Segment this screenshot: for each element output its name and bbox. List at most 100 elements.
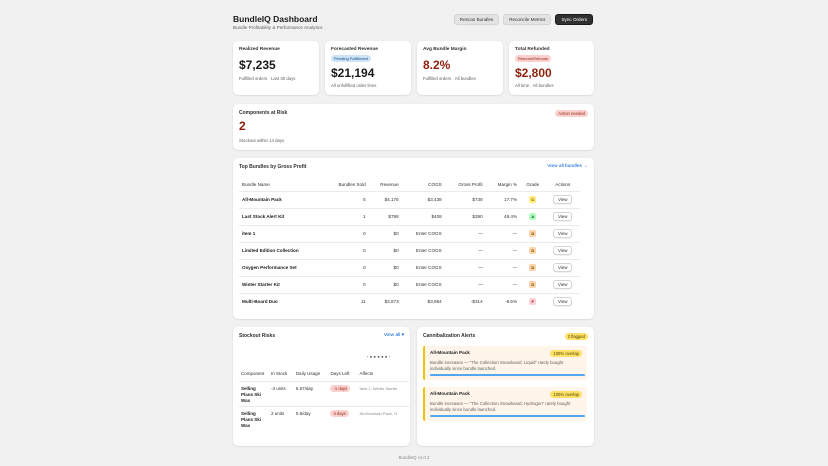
grade-badge: D xyxy=(529,281,537,288)
top-bundles-title: Top Bundles by Gross Profit xyxy=(239,164,307,170)
sync-orders-button[interactable]: Sync Orders xyxy=(555,14,593,25)
column-header: Actions xyxy=(555,182,571,188)
metric-card-avg-bundle-margin: Avg Bundle Margin 8.2% Fulfilled orders … xyxy=(417,41,503,95)
metric-label: Forecasted Revenue xyxy=(331,47,378,52)
flagged-count-badge: 2 flagged xyxy=(564,333,588,340)
components-at-risk-card: Components at Risk Action needed 2 Stock… xyxy=(233,104,594,150)
components-at-risk-value: 2 xyxy=(239,119,246,133)
in-stock-cell: 2 units xyxy=(269,405,294,431)
view-all-stockout-link[interactable]: View all ▾ xyxy=(384,333,404,338)
gross-profit-cell: -$314 xyxy=(444,292,486,310)
metric-sub: Fulfilled orders · All bundles xyxy=(423,76,476,81)
view-bundle-button[interactable]: View xyxy=(553,212,573,221)
components-at-risk-label: Components at Risk xyxy=(239,110,288,116)
status-badge: Returns/Refunds xyxy=(515,55,552,62)
grade-badge: A xyxy=(529,213,537,220)
metric-sub: Fulfilled orders · Last 30 days xyxy=(239,76,296,81)
view-bundle-button[interactable]: View xyxy=(553,246,573,255)
cogs-cell: $3,984 xyxy=(401,292,445,310)
days-left-badge: -1 days xyxy=(330,384,351,392)
table-header-row: Bundle Name Bundles Sold Revenue COGS Gr… xyxy=(239,179,580,191)
days-left-cell: -1 days xyxy=(328,380,358,406)
cannibalization-title: Cannibalization Alerts xyxy=(423,333,476,339)
margin-cell: — xyxy=(485,224,521,242)
bundle-name-cell: Oxygen Performance Set xyxy=(239,258,324,276)
stockout-risks-card: Stockout Risks View all ▾ ‹ ● ● ● ● ● › … xyxy=(233,327,410,446)
grade-badge: D xyxy=(529,247,537,254)
revenue-cell: $0 xyxy=(368,275,402,293)
revenue-cell: $4,176 xyxy=(368,190,402,208)
column-header: Component xyxy=(241,371,265,377)
metric-card-total-refunded: Total Refunded Returns/Refunds $2,800 Al… xyxy=(509,41,594,95)
column-header[interactable]: Bundles Sold xyxy=(324,179,369,191)
view-bundle-button[interactable]: View xyxy=(553,195,573,204)
metric-value: $21,194 xyxy=(331,66,375,80)
grade-cell: C xyxy=(520,190,546,208)
cogs-cell: $408 xyxy=(401,207,445,225)
cannibalization-alert[interactable]: All-Mountain Pack 100% overlap Bundle incr… xyxy=(423,346,587,380)
rescan-bundles-button[interactable]: Rescan Bundles xyxy=(453,14,500,25)
top-bundles-card: Top Bundles by Gross Profit View all bun… xyxy=(233,158,594,319)
cannibalization-card: Cannibalization Alerts 2 flagged All-Mou… xyxy=(417,327,594,446)
cannibalization-alert[interactable]: All-Mountain Pack 100% overlap Bundle incr… xyxy=(423,387,587,421)
view-bundle-button[interactable]: View xyxy=(553,229,573,238)
actions-cell: View xyxy=(545,241,580,259)
alert-title: All-Mountain Pack xyxy=(430,391,470,396)
view-bundle-button[interactable]: View xyxy=(553,280,573,289)
metric-value: 8.2% xyxy=(423,58,451,72)
revenue-cell: $0 xyxy=(368,241,402,259)
days-left-cell: 4 days xyxy=(328,405,358,431)
daily-usage-cell: 0.5/day xyxy=(293,405,329,431)
view-all-bundles-link[interactable]: View all bundles → xyxy=(547,164,588,169)
page-subtitle: Bundle Profitability & Performance Analy… xyxy=(233,25,323,30)
alert-title: All-Mountain Pack xyxy=(430,350,470,355)
daily-usage-cell: 5.67/day xyxy=(293,380,329,406)
view-bundle-button[interactable]: View xyxy=(553,297,573,307)
component-cell: Selling Plans Ski Wax xyxy=(239,380,269,406)
view-bundle-button[interactable]: View xyxy=(553,263,573,272)
reconcile-metrics-button[interactable]: Reconcile Metrics xyxy=(503,14,552,25)
bundle-name-cell: Last Stock Alert Kit xyxy=(239,207,324,225)
bundle-name-cell: item 1 xyxy=(239,224,324,242)
column-header: In Stock xyxy=(271,371,288,377)
gross-profit-cell: $390 xyxy=(444,207,486,225)
column-header[interactable]: Bundle Name xyxy=(239,179,324,191)
grade-cell: F xyxy=(520,292,546,310)
margin-cell: 17.7% xyxy=(485,190,521,208)
grade-badge: D xyxy=(529,264,537,271)
table-row: item 1 0 $0 Enter COGS — — D View xyxy=(239,224,580,242)
grade-cell: D xyxy=(520,275,546,293)
column-header[interactable]: Revenue xyxy=(369,179,402,191)
bundles-sold-cell: 0 xyxy=(323,258,369,276)
column-header[interactable]: Grade xyxy=(520,179,545,191)
header-actions: Rescan Bundles Reconcile Metrics Sync Or… xyxy=(453,14,593,25)
overlap-badge: 100% overlap xyxy=(550,350,582,357)
table-row: Selling Plans Ski Wax -3 units 5.67/day -1 … xyxy=(239,380,409,406)
carousel-pager[interactable]: ‹ ● ● ● ● ● › xyxy=(367,354,390,359)
actions-cell: View xyxy=(545,224,580,242)
table-row: Winter Starter Kit 0 $0 Enter COGS — — D View xyxy=(239,275,580,293)
revenue-cell: $0 xyxy=(368,224,402,242)
actions-cell: View xyxy=(545,275,580,293)
revenue-cell: $0 xyxy=(368,258,402,276)
bundles-sold-cell: 11 xyxy=(323,292,369,310)
version-footer: BundleIQ v1.0.2 xyxy=(398,455,430,460)
column-header[interactable]: Margin % xyxy=(486,179,520,191)
bundle-name-cell: Winter Starter Kit xyxy=(239,275,324,293)
cogs-cell: Enter COGS xyxy=(401,241,445,259)
gross-profit-cell: — xyxy=(444,241,486,259)
column-header: Days Left xyxy=(330,371,350,377)
column-header[interactable]: COGS xyxy=(402,179,445,191)
overlap-progress-fill xyxy=(430,415,585,417)
metric-value: $2,800 xyxy=(515,66,552,80)
days-left-badge: 4 days xyxy=(330,409,349,417)
grade-cell: A xyxy=(520,207,546,225)
overlap-badge: 100% overlap xyxy=(550,391,582,398)
grade-cell: D xyxy=(520,224,546,242)
column-header[interactable]: Gross Profit xyxy=(445,179,486,191)
table-row: Limited Edition Collection 0 $0 Enter COGS —… xyxy=(239,241,580,259)
cogs-cell: $3,438 xyxy=(401,190,445,208)
grade-badge: F xyxy=(529,298,537,306)
margin-cell: -8.5% xyxy=(485,292,521,310)
action-needed-badge: Action needed xyxy=(555,110,588,117)
